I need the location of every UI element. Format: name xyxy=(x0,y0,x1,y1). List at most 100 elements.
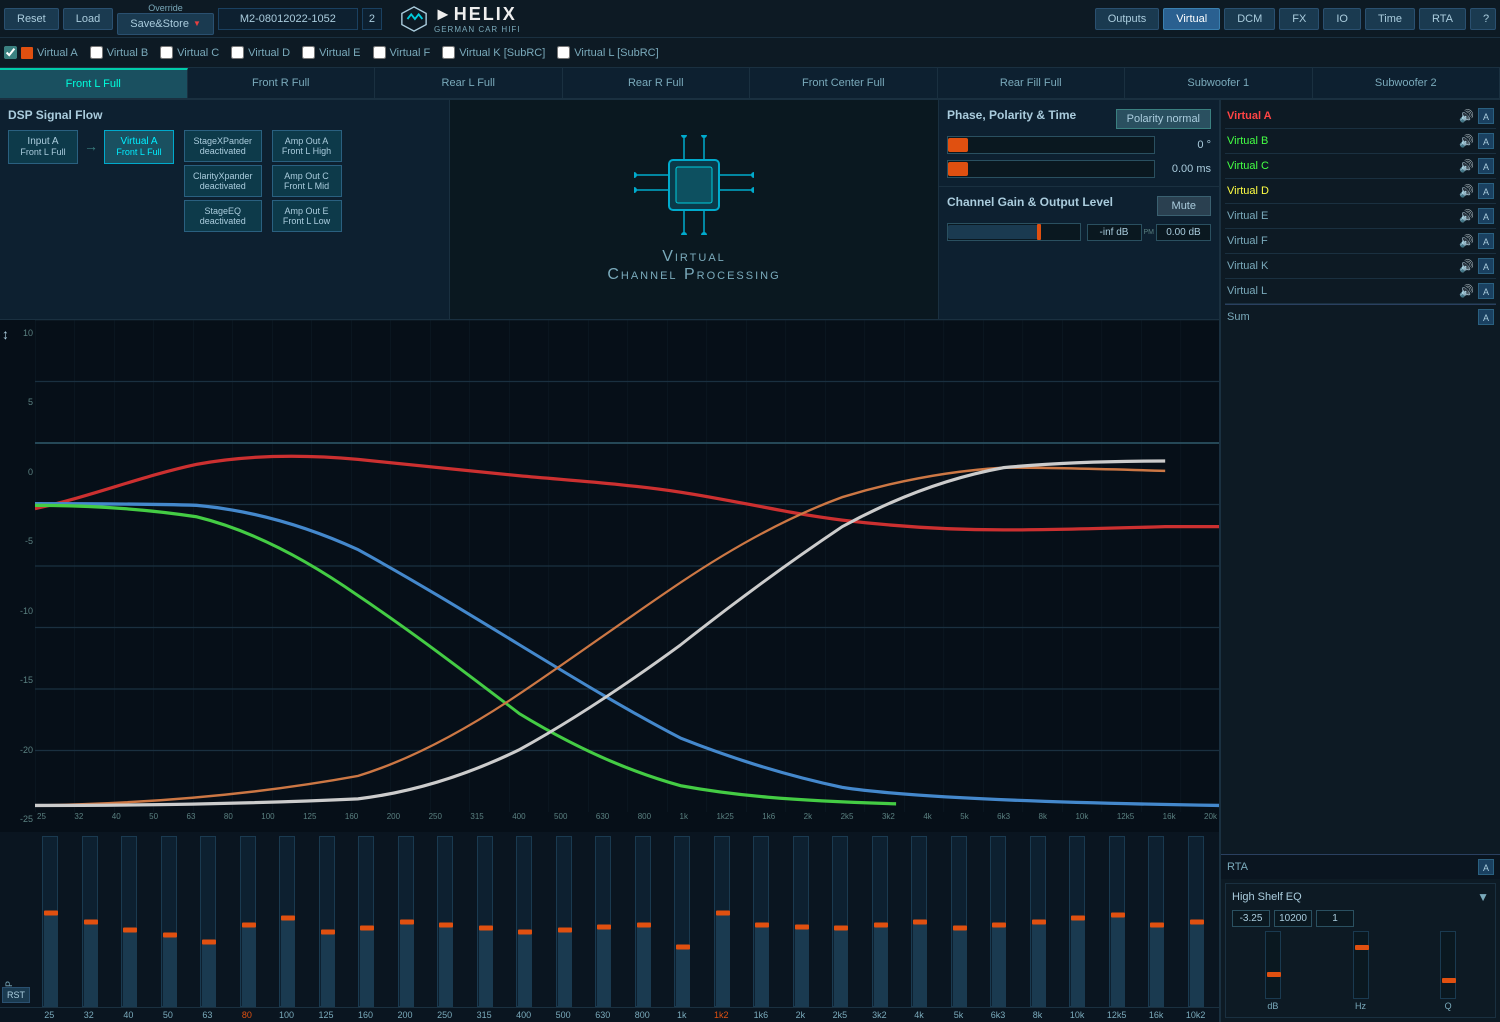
eq-graph[interactable]: 10 5 0 -5 -10 -15 -20 -25 xyxy=(0,320,1219,832)
fader-track-15[interactable] xyxy=(635,836,651,1007)
virtual-a-item[interactable]: Virtual A xyxy=(4,46,78,59)
a-button-f[interactable]: A xyxy=(1478,233,1494,249)
fader-track-22[interactable] xyxy=(911,836,927,1007)
fader-col-18[interactable] xyxy=(742,836,781,1007)
speaker-icon-c[interactable]: 🔊 xyxy=(1459,159,1474,173)
virtual-c-checkbox[interactable] xyxy=(160,46,173,59)
fader-col-27[interactable] xyxy=(1098,836,1137,1007)
fader-col-6[interactable] xyxy=(268,836,307,1007)
channel-tab-1[interactable]: Front R Full xyxy=(188,68,376,98)
hs-dropdown-icon[interactable]: ▼ xyxy=(1477,890,1489,904)
virtual-d-item[interactable]: Virtual D xyxy=(231,46,290,59)
fader-track-16[interactable] xyxy=(674,836,690,1007)
speaker-icon-a[interactable]: 🔊 xyxy=(1459,109,1474,123)
help-button[interactable]: ? xyxy=(1470,8,1496,30)
virtual-e-item[interactable]: Virtual E xyxy=(302,46,360,59)
hs-q-input[interactable] xyxy=(1316,910,1354,927)
sidebar-item-virtual-l[interactable]: Virtual L 🔊 A xyxy=(1225,279,1496,304)
hs-fader-q[interactable]: Q xyxy=(1407,931,1489,1011)
fader-col-23[interactable] xyxy=(940,836,979,1007)
fader-col-21[interactable] xyxy=(861,836,900,1007)
fader-track-23[interactable] xyxy=(951,836,967,1007)
fader-track-12[interactable] xyxy=(516,836,532,1007)
channel-tab-5[interactable]: Rear Fill Full xyxy=(938,68,1126,98)
fader-track-5[interactable] xyxy=(240,836,256,1007)
fader-track-19[interactable] xyxy=(793,836,809,1007)
virtual-node[interactable]: Virtual AFront L Full xyxy=(104,130,174,164)
fader-track-1[interactable] xyxy=(82,836,98,1007)
amp-out-c[interactable]: Amp Out CFront L Mid xyxy=(272,165,342,197)
fader-col-12[interactable] xyxy=(505,836,544,1007)
fader-col-7[interactable] xyxy=(308,836,347,1007)
virtual-k-checkbox[interactable] xyxy=(442,46,455,59)
fader-track-6[interactable] xyxy=(279,836,295,1007)
virtual-l-item[interactable]: Virtual L [SubRC] xyxy=(557,46,658,59)
a-button-l[interactable]: A xyxy=(1478,283,1494,299)
fader-track-26[interactable] xyxy=(1069,836,1085,1007)
fader-track-11[interactable] xyxy=(477,836,493,1007)
nav-io[interactable]: IO xyxy=(1323,8,1361,30)
sidebar-item-virtual-k[interactable]: Virtual K 🔊 A xyxy=(1225,254,1496,279)
load-button[interactable]: Load xyxy=(63,8,113,30)
hs-fader-db[interactable]: dB xyxy=(1232,931,1314,1011)
a-button-d[interactable]: A xyxy=(1478,183,1494,199)
fader-col-0[interactable] xyxy=(31,836,70,1007)
amp-out-a[interactable]: Amp Out AFront L High xyxy=(272,130,342,162)
fader-track-13[interactable] xyxy=(556,836,572,1007)
fader-track-7[interactable] xyxy=(319,836,335,1007)
sidebar-item-virtual-a[interactable]: Virtual A 🔊 A xyxy=(1225,104,1496,129)
fader-col-5[interactable] xyxy=(229,836,268,1007)
fader-track-8[interactable] xyxy=(358,836,374,1007)
fader-col-16[interactable] xyxy=(663,836,702,1007)
virtual-e-checkbox[interactable] xyxy=(302,46,315,59)
fader-col-22[interactable] xyxy=(900,836,939,1007)
fader-col-24[interactable] xyxy=(979,836,1018,1007)
mute-button[interactable]: Mute xyxy=(1157,196,1211,216)
speaker-icon-e[interactable]: 🔊 xyxy=(1459,209,1474,223)
fader-col-17[interactable] xyxy=(703,836,742,1007)
fader-track-21[interactable] xyxy=(872,836,888,1007)
stageeq-node[interactable]: StageEQdeactivated xyxy=(184,200,262,232)
channel-tab-4[interactable]: Front Center Full xyxy=(750,68,938,98)
stagexpander-node[interactable]: StageXPanderdeactivated xyxy=(184,130,262,162)
virtual-a-checkbox[interactable] xyxy=(4,46,17,59)
channel-tab-6[interactable]: Subwoofer 1 xyxy=(1125,68,1313,98)
sidebar-item-virtual-c[interactable]: Virtual C 🔊 A xyxy=(1225,154,1496,179)
fader-col-13[interactable] xyxy=(545,836,584,1007)
fader-col-20[interactable] xyxy=(821,836,860,1007)
virtual-l-checkbox[interactable] xyxy=(557,46,570,59)
virtual-k-item[interactable]: Virtual K [SubRC] xyxy=(442,46,545,59)
virtual-b-item[interactable]: Virtual B xyxy=(90,46,148,59)
hs-fader-hz[interactable]: Hz xyxy=(1320,931,1402,1011)
rta-a-button[interactable]: A xyxy=(1478,859,1494,875)
fader-col-14[interactable] xyxy=(584,836,623,1007)
speaker-icon-d[interactable]: 🔊 xyxy=(1459,184,1474,198)
nav-fx[interactable]: FX xyxy=(1279,8,1319,30)
sidebar-item-virtual-e[interactable]: Virtual E 🔊 A xyxy=(1225,204,1496,229)
fader-track-2[interactable] xyxy=(121,836,137,1007)
virtual-c-item[interactable]: Virtual C xyxy=(160,46,219,59)
sum-a-button[interactable]: A xyxy=(1478,309,1494,325)
fader-col-26[interactable] xyxy=(1058,836,1097,1007)
fader-col-2[interactable] xyxy=(110,836,149,1007)
nav-time[interactable]: Time xyxy=(1365,8,1415,30)
fader-col-11[interactable] xyxy=(466,836,505,1007)
virtual-b-checkbox[interactable] xyxy=(90,46,103,59)
fader-col-8[interactable] xyxy=(347,836,386,1007)
fader-col-9[interactable] xyxy=(387,836,426,1007)
clarityxpander-node[interactable]: ClarityXpanderdeactivated xyxy=(184,165,262,197)
a-button-a[interactable]: A xyxy=(1478,108,1494,124)
amp-out-e[interactable]: Amp Out EFront L Low xyxy=(272,200,342,232)
gain-slider[interactable] xyxy=(947,223,1081,241)
nav-virtual[interactable]: Virtual xyxy=(1163,8,1220,30)
channel-tab-2[interactable]: Rear L Full xyxy=(375,68,563,98)
channel-tab-3[interactable]: Rear R Full xyxy=(563,68,751,98)
sidebar-item-virtual-f[interactable]: Virtual F 🔊 A xyxy=(1225,229,1496,254)
fader-col-25[interactable] xyxy=(1019,836,1058,1007)
fader-track-17[interactable] xyxy=(714,836,730,1007)
nav-dcm[interactable]: DCM xyxy=(1224,8,1275,30)
fader-col-3[interactable] xyxy=(150,836,189,1007)
virtual-f-checkbox[interactable] xyxy=(373,46,386,59)
fader-track-29[interactable] xyxy=(1188,836,1204,1007)
fader-track-24[interactable] xyxy=(990,836,1006,1007)
